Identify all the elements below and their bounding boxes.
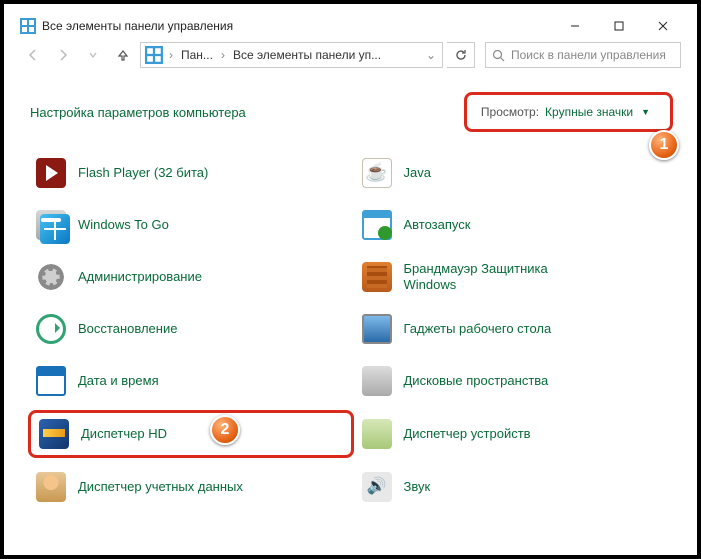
item-flash-player[interactable]: Flash Player (32 бита) [28, 150, 354, 196]
control-panel-icon [145, 46, 163, 64]
refresh-button[interactable] [447, 42, 475, 68]
restore-icon [36, 314, 66, 344]
window-titlebar: Все элементы панели управления [12, 12, 689, 40]
item-windows-to-go[interactable]: Windows To Go [28, 202, 354, 248]
screenshot-frame: Все элементы панели управления › Пан... … [0, 0, 701, 559]
item-label: Брандмауэр Защитника Windows [404, 261, 594, 292]
item-administration[interactable]: Администрирование [28, 254, 354, 300]
item-label: Дисковые пространства [404, 373, 549, 389]
close-button[interactable] [641, 12, 685, 40]
chevron-right-icon[interactable]: › [219, 48, 227, 62]
item-label: Windows To Go [78, 217, 169, 233]
java-icon: ☕ [362, 158, 392, 188]
device-manager-icon [362, 419, 392, 449]
window-icon [362, 210, 392, 240]
calendar-icon [36, 366, 66, 396]
chevron-right-icon[interactable]: › [167, 48, 175, 62]
drive-icon [36, 210, 66, 240]
item-disk-spaces[interactable]: Дисковые пространства [354, 358, 680, 404]
chevron-down-icon[interactable]: ▼ [641, 107, 650, 117]
firewall-icon [362, 262, 392, 292]
address-bar[interactable]: › Пан... › Все элементы панели уп... ⌄ [140, 42, 443, 68]
item-firewall[interactable]: Брандмауэр Защитника Windows [354, 254, 680, 300]
item-label: Гаджеты рабочего стола [404, 321, 552, 337]
up-button[interactable] [110, 42, 136, 68]
item-sound[interactable]: Звук [354, 464, 680, 510]
gear-icon [36, 262, 66, 292]
flash-icon [36, 158, 66, 188]
item-credential-manager[interactable]: Диспетчер учетных данных [28, 464, 354, 510]
items-grid: Flash Player (32 бита) ☕ Java Windows To… [12, 146, 689, 510]
item-label: Звук [404, 479, 431, 495]
view-value[interactable]: Крупные значки [545, 105, 633, 119]
drives-icon [362, 366, 392, 396]
item-label: Flash Player (32 бита) [78, 165, 208, 181]
search-placeholder: Поиск в панели управления [511, 48, 666, 62]
play-icon [378, 226, 392, 240]
search-icon [492, 49, 505, 62]
item-label: Диспетчер учетных данных [78, 479, 243, 495]
view-selector-highlight: Просмотр: Крупные значки ▼ [464, 92, 673, 132]
item-autostart[interactable]: Автозапуск [354, 202, 680, 248]
item-device-manager[interactable]: Диспетчер устройств [354, 410, 680, 458]
minimize-button[interactable] [553, 12, 597, 40]
item-label: Администрирование [78, 269, 202, 285]
item-hd-manager-highlight[interactable]: Диспетчер HD [28, 410, 354, 458]
maximize-button[interactable] [597, 12, 641, 40]
item-date-time[interactable]: Дата и время [28, 358, 354, 404]
forward-button[interactable] [50, 42, 76, 68]
item-label: Дата и время [78, 373, 159, 389]
window-title: Все элементы панели управления [42, 19, 233, 33]
item-label: Диспетчер HD [81, 426, 167, 442]
breadcrumb-root[interactable]: Пан... [179, 48, 215, 62]
chevron-down-icon[interactable]: ⌄ [424, 48, 438, 62]
header-row: Настройка параметров компьютера Просмотр… [12, 74, 689, 146]
control-panel-icon [20, 18, 36, 34]
back-button[interactable] [20, 42, 46, 68]
item-restore[interactable]: Восстановление [28, 306, 354, 352]
item-label: Автозапуск [404, 217, 471, 233]
recent-dropdown-icon[interactable] [80, 42, 106, 68]
monitor-icon [362, 314, 392, 344]
search-input[interactable]: Поиск в панели управления [485, 42, 681, 68]
breadcrumb-current[interactable]: Все элементы панели уп... [231, 48, 383, 62]
credentials-icon [36, 472, 66, 502]
item-java[interactable]: ☕ Java [354, 150, 680, 196]
view-label: Просмотр: [481, 105, 539, 119]
item-label: Восстановление [78, 321, 177, 337]
item-label: Диспетчер устройств [404, 426, 531, 442]
sound-icon [362, 472, 392, 502]
page-title: Настройка параметров компьютера [30, 105, 246, 120]
item-gadgets[interactable]: Гаджеты рабочего стола [354, 306, 680, 352]
annotation-badge-1: 1 [649, 130, 679, 160]
audio-hd-icon [39, 419, 69, 449]
item-label: Java [404, 165, 431, 181]
navigation-bar: › Пан... › Все элементы панели уп... ⌄ П… [12, 40, 689, 74]
annotation-badge-2: 2 [210, 415, 240, 445]
